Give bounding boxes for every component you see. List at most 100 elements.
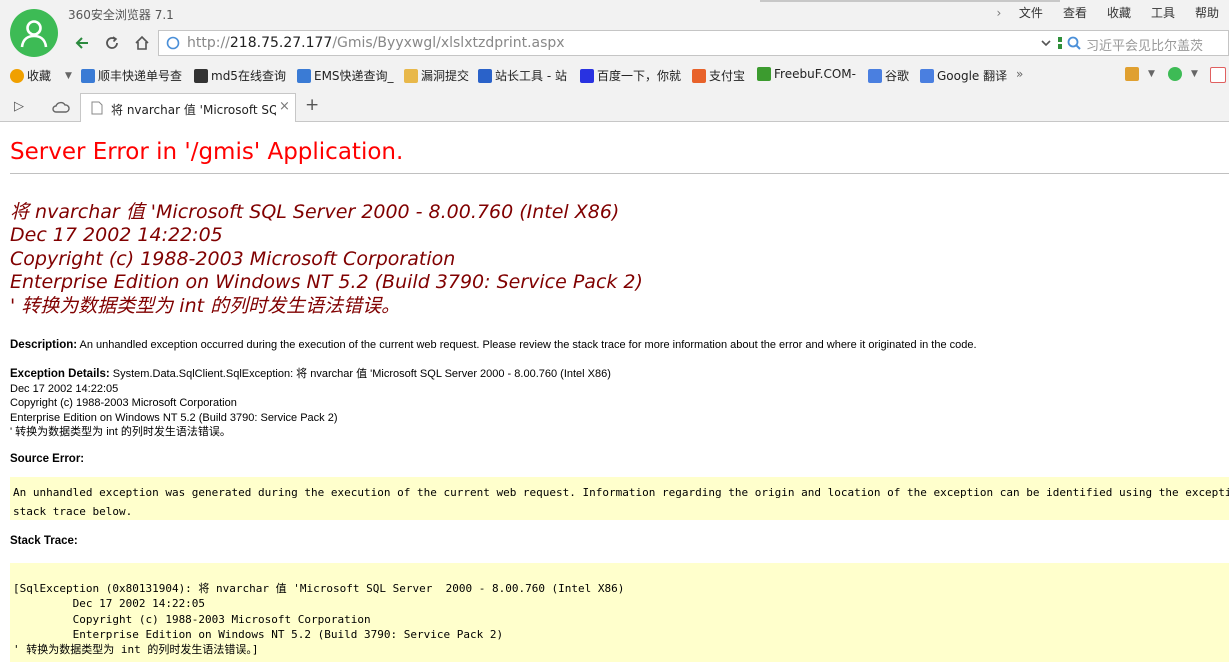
error-line: Dec 17 2002 14:22:05 (10, 224, 223, 247)
chevron-down-icon[interactable]: ▼ (1191, 69, 1198, 79)
bookmark-ems[interactable]: EMS快递查询_ (297, 67, 394, 84)
apps-grid-icon[interactable]: ▼ (1125, 67, 1155, 81)
bookmark-label: 百度一下，你就 (597, 69, 682, 83)
bookmark-label: 收藏 (27, 69, 52, 83)
bookmark-label: 谷歌 (885, 69, 910, 83)
error-line: 将 nvarchar 值 'Microsoft SQL Server 2000 … (10, 201, 620, 223)
shield-icon (1168, 67, 1182, 81)
close-tab-icon[interactable]: × (279, 99, 290, 114)
description-text: An unhandled exception occurred during t… (79, 339, 977, 351)
back-button[interactable] (68, 29, 96, 57)
apps-icon (1125, 67, 1139, 81)
page-icon (91, 101, 103, 115)
page-globe-icon (166, 36, 180, 50)
tab-active[interactable]: 将 nvarchar 值 'Microsoft SQL Server 2000 … (80, 93, 296, 122)
bookmark-google[interactable]: 谷歌 (868, 67, 909, 84)
bookmark-favorites[interactable]: 收藏 ▼ (10, 67, 72, 84)
menu-file[interactable]: 文件 (1009, 4, 1053, 21)
stack-line: Enterprise Edition on Windows NT 5.2 (Bu… (13, 627, 504, 641)
bookmark-label: FreebuF.COM- (774, 67, 856, 81)
stack-line: Dec 17 2002 14:22:05 (13, 597, 206, 611)
folder-icon (404, 68, 418, 83)
url-host: 218.75.27.177 (229, 35, 333, 51)
error-line: Enterprise Edition on Windows NT 5.2 (Bu… (10, 271, 643, 294)
menu-bar: › 文件 查看 收藏 工具 帮助 (989, 4, 1229, 21)
exception-line: System.Data.SqlClient.SqlException: 将 nv… (112, 368, 611, 380)
bookmark-vuln-submit[interactable]: 漏洞提交 (404, 67, 469, 84)
stack-line: [SqlException (0x80131904): 将 nvarchar 值… (13, 582, 625, 595)
exception-label: Exception Details: (10, 368, 110, 380)
exception-details: Exception Details: System.Data.SqlClient… (10, 367, 611, 440)
stack-trace-box: [SqlException (0x80131904): 将 nvarchar 值… (10, 563, 1229, 662)
title-bar: 360安全浏览器 7.1 › 文件 查看 收藏 工具 帮助 (0, 0, 1229, 28)
address-bar[interactable]: http://218.75.27.177/Gmis/Byyxwgl/xlslxt… (158, 30, 1098, 56)
more-bookmarks-icon[interactable]: » (1016, 67, 1023, 81)
error-line: ' 转换为数据类型为 int 的列时发生语法错误。 (10, 294, 401, 317)
cloud-icon[interactable] (52, 100, 70, 114)
page-title: Server Error in '/gmis' Application. (10, 139, 404, 165)
address-url[interactable]: http://218.75.27.177/Gmis/Byyxwgl/xlslxt… (187, 35, 565, 51)
description-label: Description: (10, 339, 78, 351)
browser-chrome: 360安全浏览器 7.1 › 文件 查看 收藏 工具 帮助 http://218… (0, 0, 1229, 122)
sidebar-toggle-icon[interactable]: ▷ (14, 99, 24, 114)
source-error-heading: Source Error: (10, 453, 85, 465)
stack-trace-heading: Stack Trace: (10, 535, 78, 547)
bookmark-md5[interactable]: md5在线查询 (194, 67, 286, 84)
address-dropdown-button[interactable] (1032, 29, 1060, 57)
refresh-button[interactable] (98, 29, 126, 57)
search-icon[interactable] (1067, 36, 1082, 51)
search-box[interactable]: 习近平会见比尔盖茨 (1062, 30, 1229, 56)
bookmark-label: Google 翻译 (937, 69, 1008, 83)
menu-favorites[interactable]: 收藏 (1097, 4, 1141, 21)
chevron-right-icon[interactable]: › (989, 6, 1009, 20)
app-title: 360安全浏览器 7.1 (68, 8, 174, 22)
description: Description: An unhandled exception occu… (10, 339, 977, 351)
star-icon (10, 68, 24, 83)
stack-line: ' 转换为数据类型为 int 的列时发生语法错误。] (13, 643, 259, 657)
home-icon (135, 35, 149, 50)
grid-icon (194, 68, 208, 83)
bookmark-label: 顺丰快递单号查 (98, 69, 183, 83)
bookmark-label: md5在线查询 (211, 69, 286, 83)
chevron-down-icon (1041, 40, 1051, 47)
menu-view[interactable]: 查看 (1053, 4, 1097, 21)
bookmark-freebuf[interactable]: FreebuF.COM- (757, 67, 856, 81)
bookmark-google-translate[interactable]: Google 翻译 (920, 67, 1007, 84)
bookmark-alipay[interactable]: 支付宝 (692, 67, 745, 84)
stack-trace-text: [SqlException (0x80131904): 将 nvarchar 值… (13, 581, 624, 657)
bookmark-label: EMS快递查询_ (314, 69, 394, 83)
user-avatar-icon[interactable] (10, 9, 58, 57)
freebuf-icon (757, 67, 771, 81)
bookmark-sf-express[interactable]: 顺丰快递单号查 (81, 67, 182, 84)
chevron-down-icon[interactable]: ▼ (65, 71, 72, 81)
ems-icon (297, 68, 311, 83)
source-error-box: An unhandled exception was generated dur… (10, 477, 1229, 520)
sf-express-icon (81, 68, 95, 83)
source-error-line: An unhandled exception was generated dur… (13, 486, 1229, 499)
google-translate-icon (920, 68, 934, 83)
url-scheme: http:// (187, 35, 230, 51)
new-tab-icon[interactable]: + (305, 95, 319, 115)
security-shield-icon[interactable]: ▼ (1168, 67, 1198, 81)
exception-line: Enterprise Edition on Windows NT 5.2 (Bu… (10, 411, 338, 424)
chinaz-icon (478, 68, 492, 83)
menu-help[interactable]: 帮助 (1185, 4, 1229, 21)
divider (10, 173, 1229, 174)
source-error-text: An unhandled exception was generated dur… (13, 483, 1229, 521)
translate-icon[interactable] (1210, 67, 1229, 83)
refresh-icon (106, 36, 118, 49)
bookmark-label: 漏洞提交 (421, 69, 470, 83)
search-input[interactable]: 习近平会见比尔盖茨 (1086, 35, 1203, 54)
bookmark-chinaz[interactable]: 站长工具 - 站 (478, 67, 567, 84)
page-content: Server Error in '/gmis' Application. 将 n… (0, 122, 1229, 662)
chevron-down-icon[interactable]: ▼ (1148, 69, 1155, 79)
baidu-icon (580, 68, 594, 83)
error-line: Copyright (c) 1988-2003 Microsoft Corpor… (10, 247, 456, 270)
home-button[interactable] (128, 29, 156, 57)
error-message: 将 nvarchar 值 'Microsoft SQL Server 2000 … (10, 201, 643, 318)
menu-tools[interactable]: 工具 (1141, 4, 1185, 21)
exception-line: ' 转换为数据类型为 int 的列时发生语法错误。 (10, 426, 231, 438)
exception-line: Copyright (c) 1988-2003 Microsoft Corpor… (10, 397, 237, 409)
source-error-line: stack trace below. (13, 505, 133, 518)
bookmark-baidu[interactable]: 百度一下，你就 (580, 67, 681, 84)
